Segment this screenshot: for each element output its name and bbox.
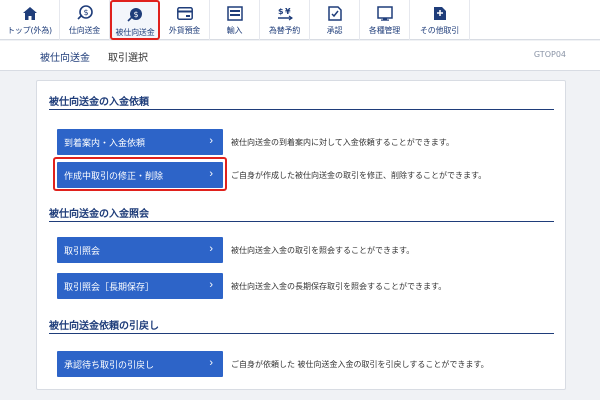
action-description: 被仕向送金の到着案内に対して入金依頼することができます。 <box>231 138 454 147</box>
chevron-right-icon: › <box>209 168 213 180</box>
button-label: 作成中取引の修正・削除 <box>64 170 164 181</box>
nav-label: 各種管理 <box>368 26 401 35</box>
transaction-menu-panel: 被仕向送金の入金依頼 到着案内・入金依頼 › 被仕向送金の到着案内に対して入金依… <box>36 80 566 390</box>
chevron-right-icon: › <box>209 135 213 147</box>
chevron-right-icon: › <box>209 357 213 369</box>
nav-exchange-reservation[interactable]: $ ¥ 為替予約 <box>260 0 310 40</box>
action-description: ご自身が作成した被仕向送金の取引を修正、削除することができます。 <box>231 171 487 180</box>
nav-label: トップ(外為) <box>7 26 52 35</box>
send-money-icon: $ <box>76 5 93 21</box>
chevron-right-icon: › <box>209 279 213 291</box>
action-description: 被仕向送金入金の長期保存取引を照会することができます。 <box>231 282 447 291</box>
nav-label: 外貨預金 <box>168 26 201 35</box>
svg-text:¥: ¥ <box>285 7 291 16</box>
nav-label: 被仕向送金 <box>115 28 155 37</box>
nav-label: その他取引 <box>420 26 459 35</box>
global-nav: トップ(外為) $ 仕向送金 $ 被仕向送金 外貨預金 輸入 $ ¥ 為替予約 承… <box>0 0 600 40</box>
home-icon <box>22 5 38 21</box>
exchange-reservation-icon: $ ¥ <box>277 5 293 21</box>
other-transactions-icon <box>432 5 448 21</box>
section-title-request: 被仕向送金の入金依頼 <box>49 97 149 108</box>
button-label: 承認待ち取引の引戻し <box>64 359 155 370</box>
nav-inward-remittance[interactable]: $ 被仕向送金 <box>110 0 160 40</box>
svg-text:$: $ <box>278 7 284 16</box>
nav-management[interactable]: 各種管理 <box>360 0 410 40</box>
nav-top[interactable]: トップ(外為) <box>0 0 60 40</box>
approval-icon <box>327 5 343 21</box>
chevron-right-icon: › <box>209 243 213 255</box>
long-term-inquiry-button[interactable]: 取引照会［長期保存］ › <box>57 273 223 299</box>
section-divider <box>49 221 554 222</box>
arrival-notice-deposit-request-button[interactable]: 到着案内・入金依頼 › <box>57 129 223 155</box>
button-label: 取引照会 <box>64 245 101 256</box>
button-label: 取引照会［長期保存］ <box>64 281 155 292</box>
screen-code: GTOP04 <box>533 50 566 59</box>
nav-approval[interactable]: 承認 <box>310 0 360 40</box>
nav-label: 仕向送金 <box>68 26 101 35</box>
nav-label: 為替予約 <box>268 26 301 35</box>
nav-label: 承認 <box>326 26 343 35</box>
section-divider <box>49 333 554 334</box>
section-title-withdraw: 被仕向送金依頼の引戻し <box>49 321 159 332</box>
breadcrumb-section: 被仕向送金 <box>40 53 90 64</box>
action-description: 被仕向送金入金の取引を照会することができます。 <box>231 246 415 255</box>
svg-text:$: $ <box>83 8 88 17</box>
nav-foreign-deposit[interactable]: 外貨預金 <box>160 0 210 40</box>
withdraw-pending-button[interactable]: 承認待ち取引の引戻し › <box>57 351 223 377</box>
section-divider <box>49 109 554 110</box>
section-title-inquiry: 被仕向送金の入金照会 <box>49 209 149 220</box>
edit-delete-draft-button[interactable]: 作成中取引の修正・削除 › <box>57 162 223 188</box>
receive-money-icon: $ <box>127 7 143 23</box>
nav-import[interactable]: 輸入 <box>210 0 260 40</box>
nav-outward-remittance[interactable]: $ 仕向送金 <box>60 0 110 40</box>
page-header: 被仕向送金 取引選択 GTOP04 <box>0 41 600 71</box>
action-description: ご自身が依頼した 被仕向送金入金の取引を引戻しすることができます。 <box>231 360 489 369</box>
deposit-card-icon <box>176 5 193 21</box>
button-label: 到着案内・入金依頼 <box>64 137 146 148</box>
svg-text:$: $ <box>133 10 138 19</box>
nav-other-transactions[interactable]: その他取引 <box>410 0 470 40</box>
transaction-inquiry-button[interactable]: 取引照会 › <box>57 237 223 263</box>
import-icon <box>226 5 243 21</box>
nav-label: 輸入 <box>226 26 243 35</box>
page-title: 取引選択 <box>108 53 148 64</box>
management-icon <box>376 5 393 21</box>
